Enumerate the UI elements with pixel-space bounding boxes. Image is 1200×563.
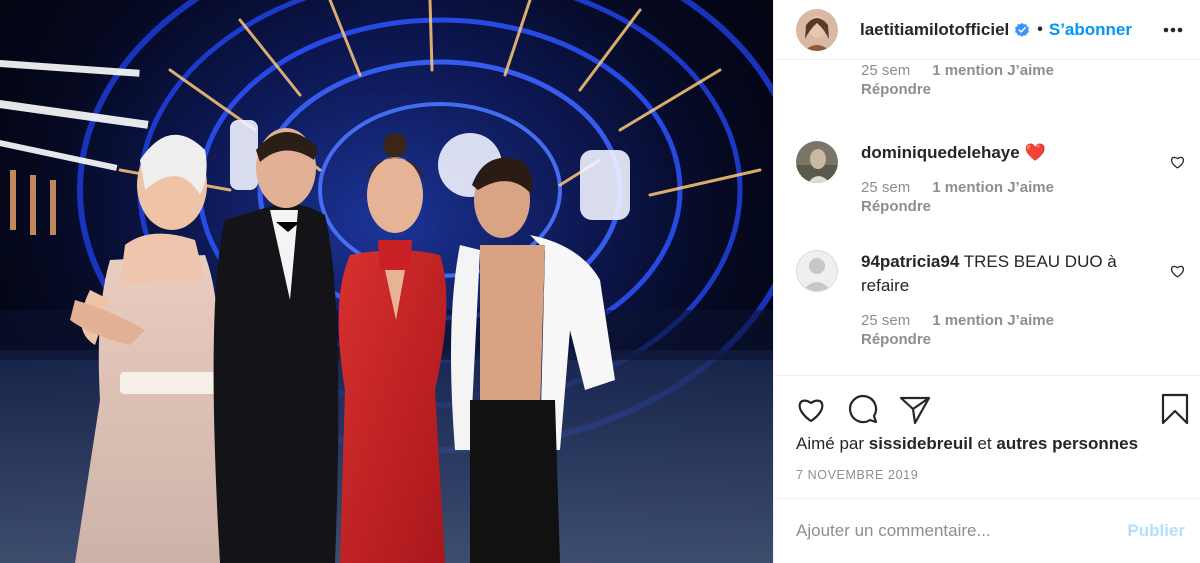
stage-photo-illustration — [0, 0, 773, 563]
add-comment-bar: Publier — [774, 498, 1200, 563]
more-options-icon[interactable] — [1161, 18, 1185, 42]
post-actions: Aimé par sissidebreuil et autres personn… — [774, 375, 1200, 498]
commenter-avatar-image — [796, 141, 838, 183]
header-separator: • — [1037, 20, 1043, 38]
comment-age[interactable]: 25 sem — [861, 179, 910, 196]
comment-meta: 25 sem 1 mention J’aime — [861, 311, 1151, 330]
post-photo[interactable] — [0, 0, 773, 563]
heart-icon[interactable] — [1169, 262, 1186, 279]
author-username[interactable]: laetitiamilotofficiel — [860, 20, 1009, 40]
comment-meta: 25 sem 1 mention J’aime — [861, 61, 1151, 80]
comment-username[interactable]: 94patricia94 — [861, 252, 959, 271]
post-header: laetitiamilotofficiel • S’abonner — [774, 0, 1200, 60]
comment-body: 94patricia94 TRES BEAU DUO à refaire 25 … — [861, 250, 1151, 349]
comment-likes-count[interactable]: 1 mention J’aime — [932, 62, 1054, 79]
comment-body: dominiquedelehaye ❤️ 25 sem 1 mention J’a… — [861, 141, 1151, 216]
default-avatar-icon — [796, 250, 838, 292]
comment-age[interactable]: 25 sem — [861, 62, 910, 79]
post-date[interactable]: 7 NOVEMBRE 2019 — [796, 468, 918, 482]
comment-reply-button[interactable]: Répondre — [861, 197, 1151, 216]
likes-joiner: et — [977, 434, 992, 453]
commenter-avatar[interactable] — [796, 141, 838, 183]
publish-button[interactable]: Publier — [1127, 521, 1185, 541]
like-heart-icon[interactable] — [794, 392, 828, 426]
comment-username[interactable]: dominiquedelehaye — [861, 143, 1020, 162]
comment-body: 25 sem 1 mention J’aime Répondre — [861, 61, 1151, 99]
follow-button[interactable]: S’abonner — [1049, 20, 1132, 40]
comment-text: ❤️ — [1024, 143, 1046, 162]
comment-icon[interactable] — [846, 392, 880, 426]
comment-likes-count[interactable]: 1 mention J’aime — [932, 179, 1054, 196]
post-sidebar: laetitiamilotofficiel • S’abonner 25 sem… — [773, 0, 1200, 563]
share-icon[interactable] — [898, 392, 932, 426]
likes-prefix: Aimé par — [796, 434, 865, 453]
comment-reply-button[interactable]: Répondre — [861, 330, 1151, 349]
likes-summary: Aimé par sissidebreuil et autres personn… — [796, 434, 1138, 454]
likes-others-link[interactable]: autres personnes — [996, 434, 1138, 453]
author-avatar[interactable] — [796, 8, 838, 51]
bookmark-icon[interactable] — [1158, 392, 1192, 426]
comment-reply-button[interactable]: Répondre — [861, 80, 1151, 99]
comments-list[interactable]: 25 sem 1 mention J’aime Répondre dominiqu… — [774, 61, 1200, 374]
heart-icon[interactable] — [1169, 153, 1186, 170]
author-avatar-image — [796, 8, 838, 51]
commenter-avatar[interactable] — [796, 250, 838, 292]
comment-age[interactable]: 25 sem — [861, 312, 910, 329]
comment-meta: 25 sem 1 mention J’aime — [861, 178, 1151, 197]
comment-input[interactable] — [796, 521, 1128, 541]
likes-user-link[interactable]: sissidebreuil — [869, 434, 973, 453]
comment-likes-count[interactable]: 1 mention J’aime — [932, 312, 1054, 329]
verified-badge-icon — [1015, 22, 1030, 37]
